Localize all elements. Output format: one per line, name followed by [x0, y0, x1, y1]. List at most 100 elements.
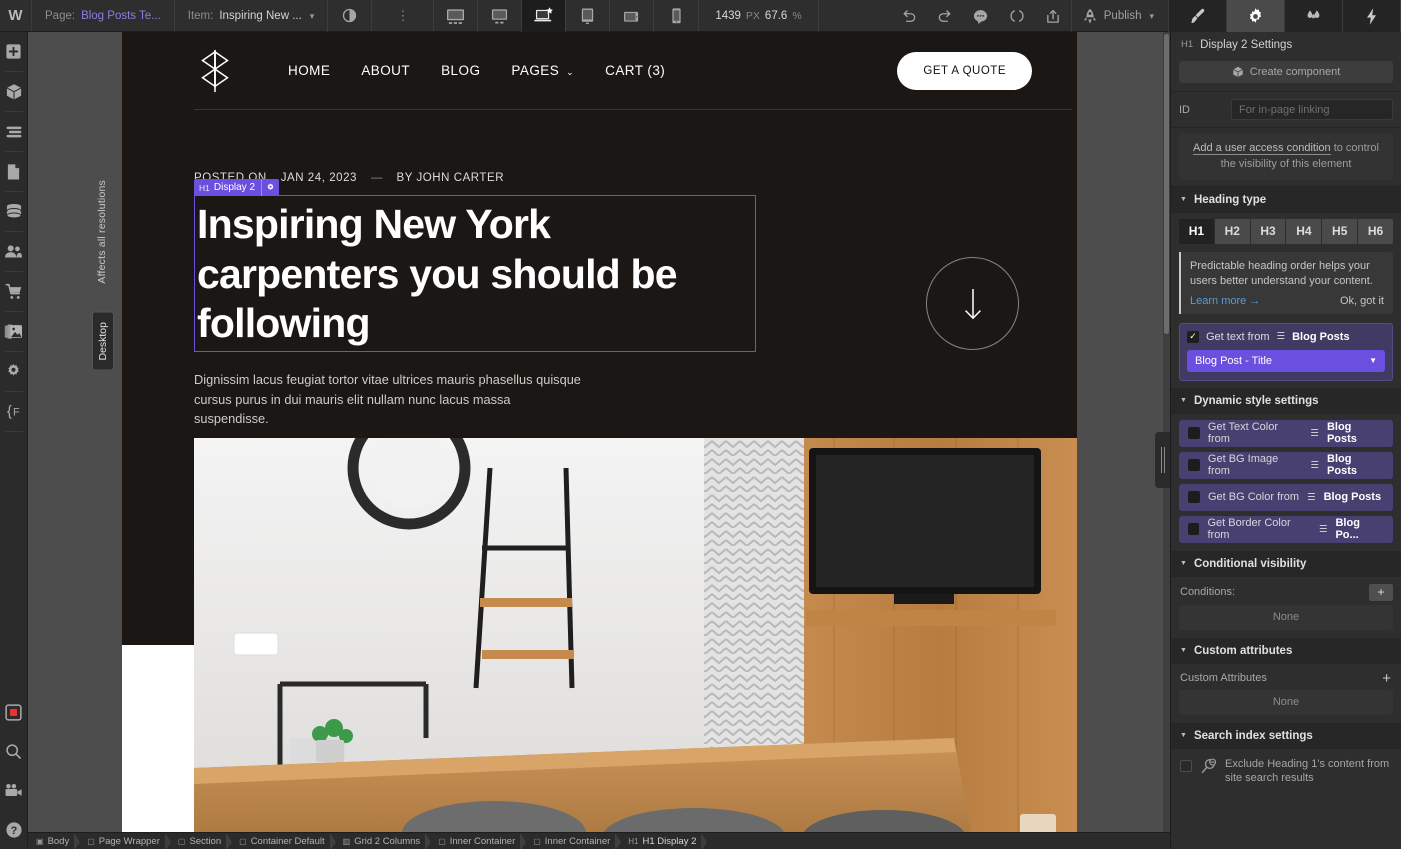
user-access-condition-link[interactable]: Add a user access condition: [1193, 142, 1331, 155]
quick-actions-button[interactable]: [1343, 0, 1401, 32]
dismiss-tip-button[interactable]: Ok, got it: [1340, 295, 1384, 307]
sidebar-item-cms[interactable]: [0, 192, 28, 231]
sidebar-item-help[interactable]: ?: [0, 810, 28, 849]
get-a-quote-button[interactable]: GET A QUOTE: [897, 52, 1032, 90]
sidebar-item-settings[interactable]: [0, 352, 28, 391]
page-selector[interactable]: Page: Blog Posts Te...: [32, 0, 175, 32]
zoom-indicator[interactable]: 1439 PX 67.6 %: [699, 0, 818, 32]
color-swatch[interactable]: [1188, 459, 1200, 471]
style-panel-button[interactable]: [1169, 0, 1227, 32]
breadcrumb-item[interactable]: ▥ Grid 2 Columns: [335, 833, 431, 849]
more-options-button[interactable]: ⋮: [372, 0, 434, 31]
database-icon: ☰: [1310, 428, 1319, 439]
block-icon: ▢: [178, 837, 186, 846]
device-mobile-portrait[interactable]: [654, 0, 698, 32]
heading-level-h6[interactable]: H6: [1358, 219, 1393, 244]
device-label[interactable]: Desktop: [92, 312, 114, 371]
sidebar-item-assets[interactable]: [0, 312, 28, 351]
dynamic-style-row-bg-color[interactable]: Get BG Color from ☰ Blog Posts: [1179, 484, 1393, 511]
page-label: Page:: [45, 10, 75, 22]
nav-link-pages[interactable]: PAGES ⌄: [511, 63, 574, 78]
toolbar-spacer: [819, 0, 891, 31]
nav-link-cart[interactable]: CART (3): [605, 63, 665, 78]
exclude-from-search-checkbox[interactable]: [1180, 760, 1192, 772]
item-selector[interactable]: Item: Inspiring New ... ▾: [175, 0, 329, 32]
heading-level-h4[interactable]: H4: [1286, 219, 1321, 244]
nav-link-about[interactable]: ABOUT: [361, 63, 410, 78]
heading-level-h1[interactable]: H1: [1179, 219, 1214, 244]
device-desktop-base[interactable]: [522, 0, 566, 32]
heading-level-h3[interactable]: H3: [1251, 219, 1286, 244]
rendered-page[interactable]: HOME ABOUT BLOG PAGES ⌄ CART (3) GET A Q…: [122, 32, 1077, 849]
dynamic-style-row-bg-image[interactable]: Get BG Image from ☰ Blog Posts: [1179, 452, 1393, 479]
cms-field-select[interactable]: Blog Post - Title ▼: [1187, 350, 1385, 372]
design-canvas[interactable]: Affects all resolutions Desktop HOME: [28, 32, 1170, 849]
settings-panel[interactable]: H1 Display 2 Settings Create component I…: [1170, 32, 1401, 849]
dynamic-style-row-border-color[interactable]: Get Border Color from ☰ Blog Po...: [1179, 516, 1393, 543]
breadcrumb-item[interactable]: ▢ Page Wrapper: [79, 833, 170, 849]
device-tablet[interactable]: [566, 0, 610, 32]
add-condition-button[interactable]: +: [1369, 584, 1393, 601]
selected-heading-wrapper[interactable]: H1 Display 2 Inspiring New York carpente…: [194, 195, 756, 352]
selection-badge[interactable]: H1 Display 2: [194, 179, 279, 196]
sidebar-item-users[interactable]: [0, 232, 28, 271]
color-swatch[interactable]: [1188, 491, 1200, 503]
sidebar-item-video-record[interactable]: [0, 693, 28, 732]
sidebar-item-navigator[interactable]: [0, 112, 28, 151]
panel-resize-handle[interactable]: [1155, 432, 1170, 488]
color-swatch[interactable]: [1188, 523, 1199, 535]
webflow-logo[interactable]: W: [0, 0, 32, 31]
code-view-button[interactable]: [999, 0, 1035, 32]
share-export-button[interactable]: [1035, 0, 1071, 32]
laptop-star-icon: [533, 7, 555, 25]
sidebar-item-add-elements[interactable]: [0, 32, 28, 71]
section-heading-type[interactable]: ▼ Heading type: [1171, 187, 1401, 213]
create-component-button[interactable]: Create component: [1179, 61, 1393, 83]
device-desktop-large[interactable]: [434, 0, 478, 32]
chevron-down-icon: ▾: [1149, 11, 1154, 22]
post-feature-image[interactable]: [194, 438, 1077, 849]
sidebar-item-variables[interactable]: F: [0, 392, 28, 431]
sidebar-item-pages[interactable]: [0, 152, 28, 191]
interactions-panel-button[interactable]: [1285, 0, 1343, 32]
canvas-scrollbar-thumb[interactable]: [1164, 34, 1169, 334]
heading-level-h2[interactable]: H2: [1215, 219, 1250, 244]
learn-more-link[interactable]: Learn more →: [1190, 295, 1260, 307]
breadcrumb-item-selected[interactable]: H1 H1 Display 2: [620, 833, 706, 849]
comments-button[interactable]: [963, 0, 999, 32]
selection-badge-gear[interactable]: [261, 179, 279, 196]
section-custom-attributes[interactable]: ▼ Custom attributes: [1171, 638, 1401, 664]
sidebar-item-components[interactable]: [0, 72, 28, 111]
breadcrumb-item[interactable]: ▢ Container Default: [231, 833, 335, 849]
publish-button[interactable]: Publish ▾: [1071, 0, 1169, 32]
dynamic-style-collection: Blog Posts: [1324, 491, 1381, 503]
sidebar-item-ecommerce[interactable]: [0, 272, 28, 311]
undo-button[interactable]: [891, 0, 927, 32]
section-search-index-settings[interactable]: ▼ Search index settings: [1171, 723, 1401, 749]
redo-button[interactable]: [927, 0, 963, 32]
breadcrumb-item[interactable]: ▢ Section: [170, 833, 231, 849]
settings-panel-button[interactable]: [1227, 0, 1285, 32]
nav-link-blog[interactable]: BLOG: [441, 63, 480, 78]
section-dynamic-style-settings[interactable]: ▼ Dynamic style settings: [1171, 388, 1401, 414]
device-desktop-medium[interactable]: [478, 0, 522, 32]
dynamic-style-row-text-color[interactable]: Get Text Color from ☰ Blog Posts: [1179, 420, 1393, 447]
nav-link-home[interactable]: HOME: [288, 63, 330, 78]
cube-icon: [1232, 66, 1244, 78]
breadcrumb-item[interactable]: ▢ Inner Container: [525, 833, 620, 849]
device-mobile-landscape[interactable]: [610, 0, 654, 32]
get-text-from-checkbox[interactable]: ✓: [1187, 331, 1199, 343]
add-custom-attribute-button[interactable]: +: [1382, 671, 1393, 686]
sidebar-item-search[interactable]: [0, 732, 28, 771]
id-input[interactable]: For in-page linking: [1231, 99, 1393, 120]
section-conditional-visibility[interactable]: ▼ Conditional visibility: [1171, 551, 1401, 577]
sidebar-item-video-tutorials[interactable]: [0, 771, 28, 810]
scroll-down-button[interactable]: [926, 257, 1019, 350]
breadcrumb-item[interactable]: ▣ Body: [28, 833, 79, 849]
dynamic-style-label: Get Border Color from: [1207, 517, 1310, 541]
color-swatch[interactable]: [1188, 427, 1200, 439]
breadcrumb-item[interactable]: ▢ Inner Container: [430, 833, 525, 849]
triangle-down-icon: ▼: [1180, 196, 1187, 203]
preview-toggle[interactable]: [328, 0, 372, 31]
heading-level-h5[interactable]: H5: [1322, 219, 1357, 244]
